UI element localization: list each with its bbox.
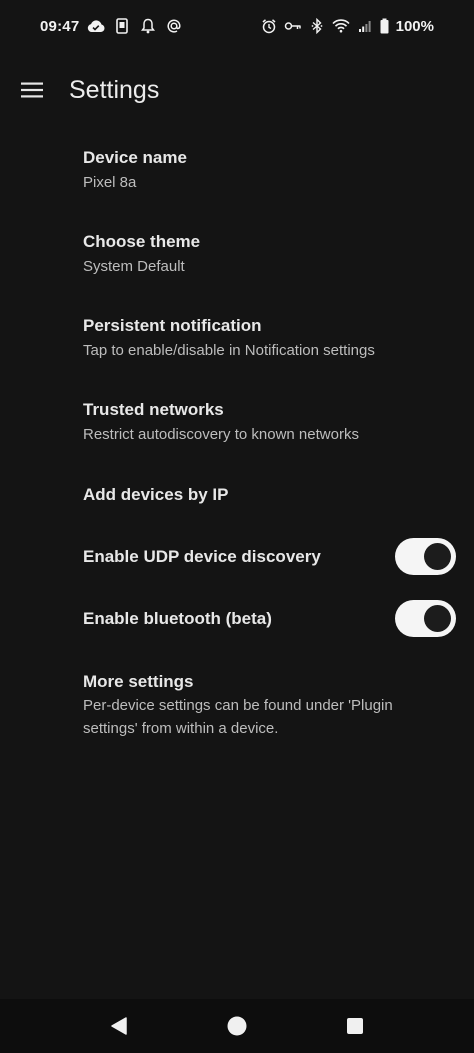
status-bar: 09:47 100% [0,0,474,54]
setting-title: Choose theme [83,232,201,251]
setting-summary: Restrict autodiscovery to known networks [83,426,359,443]
setting-summary: Per-device settings can be found under '… [83,697,393,737]
setting-title: Enable bluetooth (beta) [83,609,272,628]
app-bar: Settings [0,62,474,118]
setting-more-settings[interactable]: More settings Per-device settings can be… [0,656,474,752]
setting-device-name[interactable]: Device name Pixel 8a [0,132,474,212]
setting-title: Device name [83,148,187,167]
recents-icon[interactable] [342,1013,368,1039]
page-title: Settings [69,76,160,104]
setting-title: Enable UDP device discovery [83,547,321,566]
battery-percent: 100% [395,17,434,35]
setting-summary: Tap to enable/disable in Notification se… [83,342,375,359]
setting-summary: Pixel 8a [83,174,137,191]
status-bar-left: 09:47 [40,17,183,35]
setting-enable-udp[interactable]: Enable UDP device discovery [0,528,474,586]
status-bar-right: 100% [260,17,434,35]
at-sign-icon [165,17,183,35]
toggle-knob [424,605,451,632]
bluetooth-icon [308,17,326,35]
hamburger-menu-icon[interactable] [16,74,48,106]
udp-discovery-toggle[interactable] [395,538,456,575]
setting-title: Persistent notification [83,316,262,335]
setting-trusted-networks[interactable]: Trusted networks Restrict autodiscovery … [0,384,474,464]
setting-persistent-notification[interactable]: Persistent notification Tap to enable/di… [0,300,474,380]
bluetooth-toggle[interactable] [395,600,456,637]
bell-icon [139,17,157,35]
setting-title: Trusted networks [83,400,224,419]
alarm-icon [260,17,278,35]
home-icon[interactable] [224,1013,250,1039]
navigation-bar [0,999,474,1053]
toggle-knob [424,543,451,570]
setting-choose-theme[interactable]: Choose theme System Default [0,216,474,296]
setting-title: Add devices by IP [83,485,229,504]
back-icon[interactable] [106,1013,132,1039]
signal-icon [356,17,374,35]
setting-add-devices-by-ip[interactable]: Add devices by IP [0,468,474,524]
status-time: 09:47 [40,17,80,35]
setting-enable-bluetooth[interactable]: Enable bluetooth (beta) [0,590,474,648]
wifi-icon [332,17,350,35]
key-icon [284,17,302,35]
cloud-check-icon [87,17,105,35]
setting-title: More settings [83,672,194,691]
battery-icon [380,17,390,35]
phone-screen-icon [113,17,131,35]
setting-summary: System Default [83,258,185,275]
